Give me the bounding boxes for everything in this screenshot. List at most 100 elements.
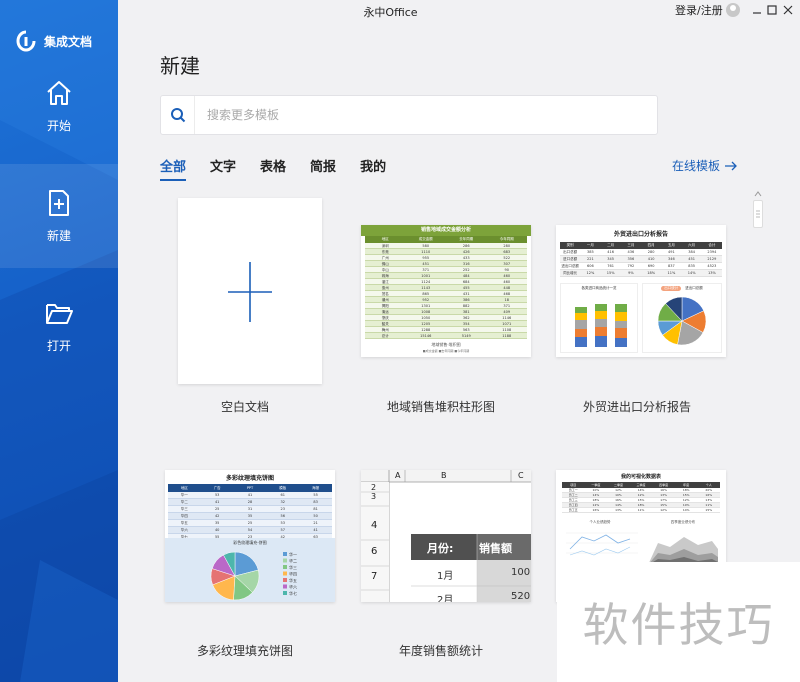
tab-presentation[interactable]: 简报 [310, 156, 336, 181]
scrollbar-thumb[interactable] [753, 200, 763, 228]
table-cell: 韶关 [381, 322, 389, 326]
table-cell: 13% [707, 271, 716, 275]
table-cell: 491 [668, 250, 675, 254]
table-cell: 40 [214, 528, 220, 532]
table-cell: 416 [607, 250, 614, 254]
table-cell: 员工一 [568, 488, 578, 492]
table-cell: 12% [592, 503, 600, 507]
minimize-button[interactable] [750, 3, 764, 17]
table-header-cell: 今年同期 [499, 237, 514, 241]
bar-segment [595, 327, 607, 336]
bar-segment [615, 328, 627, 338]
row-number: 6 [371, 546, 378, 557]
table-cell: 55 [313, 493, 318, 497]
table-cell: 总计 [381, 334, 389, 338]
table-cell: 41 [313, 528, 318, 532]
table-cell: 563 [462, 328, 470, 332]
table-cell: 61 [280, 493, 286, 497]
sidebar-item-start[interactable]: 开始 [0, 54, 118, 158]
table-cell: 386 [462, 298, 470, 302]
bar-segment [575, 329, 587, 337]
table-row: 总计 15146 5149 1188 [365, 333, 527, 339]
tab-writer[interactable]: 文字 [210, 156, 236, 181]
table-cell: 792 [627, 264, 635, 268]
table-row: 出口总额 385 416 436 280 491 384 2394 [560, 249, 722, 256]
search-input[interactable] [207, 108, 627, 122]
table-cell: 25 [247, 521, 253, 525]
table-row: 华四 42 35 56 50 [168, 513, 332, 520]
table-cell: 1050 [421, 316, 431, 320]
table-cell: 1110 [421, 250, 431, 254]
table-cell: 1143 [421, 286, 431, 290]
table-cell: 10% [592, 488, 600, 492]
table-cell: 1205 [421, 322, 431, 326]
table-cell: 1008 [421, 310, 431, 314]
table-row: 华五 35 25 53 21 [168, 520, 332, 527]
search-bar[interactable] [160, 95, 658, 135]
template-card-annual-sales[interactable]: A B C 2 3 4 6 7 月份: 销售额 1月 100 2月 520 [361, 470, 531, 602]
search-button[interactable] [161, 96, 195, 134]
table-cell: 2129 [707, 257, 717, 261]
table-cell: 10% [682, 503, 690, 507]
table-cell: 384 [688, 250, 695, 254]
table-cell: 华三 [180, 507, 188, 511]
tab-all[interactable]: 全部 [160, 156, 187, 181]
bar-segment [595, 319, 607, 327]
sidebar-item-open[interactable]: 打开 [0, 274, 118, 378]
legend-label: 华三 [289, 564, 297, 570]
preview-table: 类别 一月 二月 三月 四月 五月 六月 合计 出口总额 385 416 436 280 491 384 2… [556, 242, 726, 277]
table-cell: 15% [660, 503, 667, 507]
table-cell: 12% [637, 493, 645, 497]
tab-mine[interactable]: 我的 [360, 156, 386, 181]
scroll-up-icon[interactable] [754, 190, 762, 198]
table-cell: 9% [628, 271, 634, 275]
table-cell: 381 [462, 310, 470, 314]
table-cell: 珠海 [381, 274, 389, 278]
table-cell: 员工四 [568, 503, 578, 507]
bar-segment [615, 338, 627, 347]
maximize-icon [767, 5, 777, 15]
spreadsheet-preview [361, 470, 531, 602]
tab-spreadsheet[interactable]: 表格 [260, 156, 286, 181]
table-row: 华三 25 31 23 81 [168, 506, 332, 513]
close-button[interactable] [781, 3, 795, 17]
maximize-button[interactable] [765, 3, 779, 17]
table-cell: 16% [615, 498, 622, 502]
row-number: 3 [371, 492, 377, 501]
table-cell: 460 [503, 280, 511, 284]
table-cell: 12% [682, 498, 690, 502]
table-cell: 426 [462, 250, 470, 254]
table-header-cell: 一月 [586, 243, 594, 247]
brand-name: 集成文档 [44, 34, 93, 49]
month-cell: 1月 [437, 571, 454, 582]
template-card-blank[interactable] [178, 198, 322, 384]
sidebar-item-new[interactable]: 新建 [0, 164, 118, 268]
header-cell: 销售额 [479, 542, 512, 555]
table-cell: 952 [422, 298, 430, 302]
table-cell: 华六 [180, 528, 188, 532]
table-cell: 20% [705, 488, 713, 492]
table-cell: 81 [313, 507, 318, 511]
table-cell: 468 [503, 292, 511, 296]
brand: 集成文档 [16, 30, 92, 52]
title-bar: 永中Office 登录/注册 [118, 0, 800, 22]
template-card-foreign-trade[interactable]: 外贸进出口分析报告 类别 一月 二月 三月 四月 五月 六月 合计 出口总额 385 416 436… [556, 225, 726, 357]
bar-segment [615, 304, 627, 312]
bar-segment [615, 321, 627, 328]
table-cell: 佛山 [381, 262, 389, 266]
template-card-texture-pie[interactable]: 多彩纹理填充饼图 地区 广告 PPT 模板 海报 华一 53 41 61 55 华二 41 28 32 8… [165, 470, 335, 602]
legend-swatch [283, 565, 287, 569]
table-cell: 307 [503, 262, 511, 266]
value-cell: 520 [511, 591, 531, 602]
preview-footer: 地域销售·堆积图 [431, 342, 461, 347]
table-cell: 56 [280, 514, 286, 518]
online-templates-link[interactable]: 在线模板 [672, 157, 738, 174]
table-cell: 11% [637, 508, 645, 512]
arrow-right-icon [725, 161, 737, 170]
template-card-regional-sales[interactable]: 销售地域成交金额分析 地区 成交金额 去年同期 今年同期 深圳 580 286 280 东莞 1… [361, 225, 531, 357]
table-cell: 433 [462, 256, 470, 260]
table-cell: 83 [313, 500, 318, 504]
bar-segment [595, 336, 607, 347]
login-button[interactable]: 登录/注册 [675, 2, 740, 18]
bar-segment [575, 337, 587, 347]
